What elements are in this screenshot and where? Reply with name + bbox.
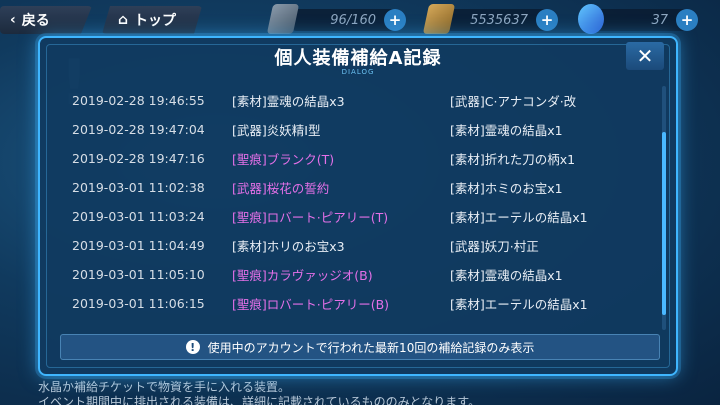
add-gold-button[interactable]: + [536,9,558,31]
scrollbar-thumb[interactable] [662,131,666,315]
record-item-secondary: [素材]ホミのお宝x1 [450,180,563,196]
record-timestamp: 2019-02-28 19:47:04 [72,121,205,137]
back-button[interactable]: ‹ 戻る [0,6,92,34]
record-item-primary: [素材]ホリのお宝x3 [232,238,345,254]
home-icon: ⌂ [118,12,129,28]
info-bar: ! 使用中のアカウントで行われた最新10回の補給記録のみ表示 [60,334,660,360]
record-row: 2019-03-01 11:04:49 [素材]ホリのお宝x3 [武器]妖刀·村正 [60,231,658,259]
record-timestamp: 2019-03-01 11:06:15 [72,295,205,311]
add-stamina-button[interactable]: + [384,9,406,31]
record-item-primary: [聖痕]ロバート·ピアリー(B) [232,296,390,312]
back-label: 戻る [21,13,50,29]
dialog-subtitle: DIALOG [341,68,375,76]
record-row: 2019-03-01 11:06:15 [聖痕]ロバート·ピアリー(B) [素材]エ… [60,289,658,317]
record-row: 2019-03-01 11:02:38 [武器]桜花の誓約 [素材]ホミのお宝x1 [60,173,658,201]
record-row: 2019-03-01 11:03:24 [聖痕]ロバート·ピアリー(T) [素材]エ… [60,202,658,230]
add-crystal-button[interactable]: + [676,9,698,31]
record-timestamp: 2019-02-28 19:47:16 [72,150,205,166]
home-button[interactable]: ⌂ トップ [102,6,202,34]
crystal-value: 37 [651,12,668,28]
record-timestamp: 2019-03-01 11:03:24 [72,208,205,224]
close-icon: ✕ [636,44,654,68]
record-timestamp: 2019-03-01 11:05:10 [72,266,205,282]
home-label: トップ [134,13,177,29]
record-item-primary: [武器]炎妖精Ⅰ型 [232,122,321,138]
record-item-secondary: [素材]エーテルの結晶x1 [450,209,588,225]
record-item-primary: [聖痕]ブランク(T) [232,151,335,167]
crystal-icon [578,4,604,34]
supply-record-dialog: 個人装備補給A記録 DIALOG ✕ 2019-02-28 19:46:55 [素… [38,36,678,376]
record-timestamp: 2019-03-01 11:02:38 [72,179,205,195]
record-item-secondary: [素材]エーテルの結晶x1 [450,296,588,312]
gold-value: 5535637 [470,12,528,28]
record-item-primary: [聖痕]ロバート·ピアリー(T) [232,209,389,225]
info-icon: ! [185,340,200,354]
background-description-2: イベント期間中に排出される装備は、詳細に記載されているもののみとなります。 [38,395,481,405]
record-row: 2019-02-28 19:46:55 [素材]霊魂の結晶x3 [武器]C·アナコン… [60,86,658,114]
record-item-primary: [素材]霊魂の結晶x3 [232,93,345,109]
record-timestamp: 2019-02-28 19:46:55 [72,92,205,108]
record-row: 2019-02-28 19:47:04 [武器]炎妖精Ⅰ型 [素材]霊魂の結晶x1 [60,115,658,143]
record-item-secondary: [素材]折れた刀の柄x1 [450,151,576,167]
stamina-counter: 96/160 + [286,9,406,31]
info-text: 使用中のアカウントで行われた最新10回の補給記録のみ表示 [207,340,535,355]
record-timestamp: 2019-03-01 11:04:49 [72,237,205,253]
record-item-primary: [聖痕]カラヴァッジオ(B) [232,267,373,283]
record-row: 2019-02-28 19:47:16 [聖痕]ブランク(T) [素材]折れた刀の柄… [60,144,658,172]
stamina-value: 96/160 [330,12,376,28]
record-list[interactable]: 2019-02-28 19:46:55 [素材]霊魂の結晶x3 [武器]C·アナコン… [60,76,658,360]
record-item-secondary: [素材]霊魂の結晶x1 [450,122,563,138]
gold-counter: 5535637 + [436,9,558,31]
record-item-primary: [武器]桜花の誓約 [232,180,330,196]
chevron-left-icon: ‹ [10,12,16,28]
close-button[interactable]: ✕ [626,42,664,70]
record-item-secondary: [武器]C·アナコンダ·改 [450,93,577,109]
record-row: 2019-03-01 11:05:10 [聖痕]カラヴァッジオ(B) [素材]霊魂の… [60,260,658,288]
dialog-title: 個人装備補給A記録 [274,48,442,69]
top-bar: ‹ 戻る ⌂ トップ 96/160 + 5535637 + 37 + [0,0,720,40]
record-item-secondary: [素材]霊魂の結晶x1 [450,267,563,283]
record-item-secondary: [武器]妖刀·村正 [450,238,539,254]
scrollbar[interactable] [662,86,666,330]
